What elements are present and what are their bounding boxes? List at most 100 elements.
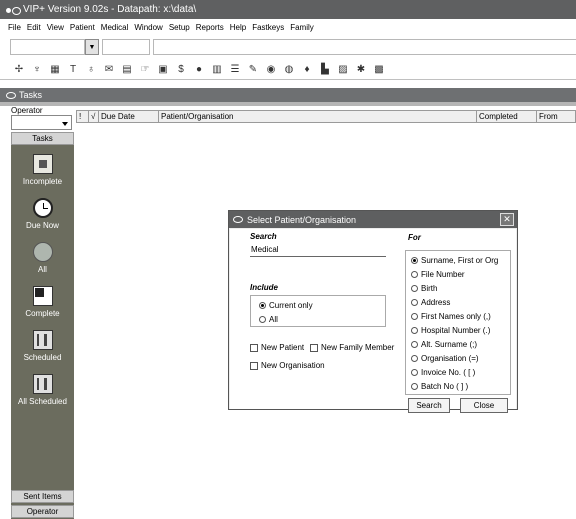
for-option-label: Hospital Number (.)	[421, 326, 491, 335]
disc-icon[interactable]: ◍	[282, 63, 296, 77]
radio-selected-icon	[259, 302, 266, 309]
for-option-label: First Names only (,)	[421, 312, 491, 321]
sidebar-item-scheduled[interactable]: Scheduled	[11, 330, 74, 362]
new-patient-checkbox[interactable]: New Patient	[250, 343, 304, 352]
sent-items-button[interactable]: Sent Items	[11, 490, 74, 503]
sidebar-item-all[interactable]: All	[11, 242, 74, 274]
app-logo-icon	[233, 216, 243, 223]
menu-patient[interactable]: Patient	[70, 23, 95, 32]
sidebar-item-all-scheduled[interactable]: All Scheduled	[11, 374, 74, 406]
radio-icon	[411, 285, 418, 292]
text-icon[interactable]: T	[66, 63, 80, 77]
filter-combo[interactable]	[10, 39, 85, 55]
new-organisation-checkbox[interactable]: New Organisation	[250, 361, 325, 370]
grid-icon[interactable]: ▦	[48, 63, 62, 77]
list-icon[interactable]: ☰	[228, 63, 242, 77]
for-surname[interactable]: Surname, First or Org	[411, 256, 498, 265]
new-organisation-label: New Organisation	[261, 361, 325, 370]
calendar-stack-icon	[32, 374, 53, 394]
globe-icon	[32, 242, 53, 262]
radio-icon	[411, 355, 418, 362]
column-done[interactable]: √	[89, 111, 99, 122]
menu-family[interactable]: Family	[290, 23, 314, 32]
search-input[interactable]	[250, 243, 386, 257]
document-icon[interactable]: ▣	[156, 63, 170, 77]
sidebar-item-label: Due Now	[26, 221, 59, 230]
search-button[interactable]: Search	[408, 398, 450, 413]
filter-field-3[interactable]	[153, 39, 576, 55]
dollar-icon[interactable]: $	[174, 63, 188, 77]
picture-icon[interactable]: ▨	[336, 63, 350, 77]
globe-icon[interactable]: ◉	[264, 63, 278, 77]
include-current-only[interactable]: Current only	[259, 301, 313, 310]
filter-combo-dropdown-button[interactable]: ▼	[85, 39, 99, 55]
column-from[interactable]: From	[537, 111, 575, 122]
new-family-member-checkbox[interactable]: New Family Member	[310, 343, 394, 352]
sidebar-panel: Tasks Incomplete Due Now All Complete Sc…	[11, 132, 74, 519]
for-address[interactable]: Address	[411, 298, 450, 307]
chevron-down-icon: ▼	[88, 43, 96, 51]
window-title: VIP+ Version 9.02s - Datapath: x:\data\	[23, 4, 197, 15]
clock-icon	[32, 198, 53, 218]
for-alt-surname[interactable]: Alt. Surname (;)	[411, 340, 477, 349]
menu-window[interactable]: Window	[134, 23, 162, 32]
menu-medical[interactable]: Medical	[101, 23, 129, 32]
for-first-names[interactable]: First Names only (,)	[411, 312, 491, 321]
stethoscope-icon[interactable]: ♆	[30, 63, 44, 77]
folder-icon[interactable]: ▥	[210, 63, 224, 77]
tools-icon[interactable]: ✱	[354, 63, 368, 77]
for-organisation[interactable]: Organisation (=)	[411, 354, 479, 363]
pointer-icon[interactable]: ☞	[138, 63, 152, 77]
menu-edit[interactable]: Edit	[27, 23, 41, 32]
operator-button[interactable]: Operator	[11, 505, 74, 518]
menu-reports[interactable]: Reports	[196, 23, 224, 32]
bar-chart-icon[interactable]: ▙	[318, 63, 332, 77]
sidebar-item-due-now[interactable]: Due Now	[11, 198, 74, 230]
coin-icon[interactable]: ●	[192, 63, 206, 77]
menu-file[interactable]: File	[8, 23, 21, 32]
column-due-date[interactable]: Due Date	[99, 111, 159, 122]
for-batch-no[interactable]: Batch No ( ] )	[411, 382, 468, 391]
radio-icon	[411, 369, 418, 376]
flask-icon[interactable]: ♁	[84, 63, 98, 77]
tasks-button[interactable]: Tasks	[11, 132, 74, 145]
print-icon[interactable]: ▩	[372, 63, 386, 77]
sidebar-item-incomplete[interactable]: Incomplete	[11, 154, 74, 186]
for-invoice-no[interactable]: Invoice No. ( [ )	[411, 368, 475, 377]
checkbox-icon	[310, 343, 318, 352]
menu-setup[interactable]: Setup	[169, 23, 190, 32]
column-priority[interactable]: !	[77, 111, 89, 122]
for-group: Surname, First or Org File Number Birth …	[405, 250, 511, 395]
operator-select[interactable]	[11, 115, 72, 130]
tasks-subbar	[0, 102, 576, 106]
sidebar-item-label: All	[38, 265, 47, 274]
pill-icon[interactable]: ✢	[12, 63, 26, 77]
radio-icon	[411, 313, 418, 320]
filter-field-2[interactable]	[102, 39, 150, 55]
drop-icon[interactable]: ♦	[300, 63, 314, 77]
sidebar-item-complete[interactable]: Complete	[11, 286, 74, 318]
radio-icon	[411, 299, 418, 306]
close-button[interactable]: Close	[460, 398, 508, 413]
menu-fastkeys[interactable]: Fastkeys	[252, 23, 284, 32]
for-option-label: Batch No ( ] )	[421, 382, 469, 391]
new-patient-label: New Patient	[261, 343, 305, 352]
menu-help[interactable]: Help	[230, 23, 246, 32]
for-hospital-number[interactable]: Hospital Number (.)	[411, 326, 490, 335]
title-bar: VIP+ Version 9.02s - Datapath: x:\data\	[0, 0, 576, 19]
mail-icon[interactable]: ✉	[102, 63, 116, 77]
dialog-close-icon[interactable]: ✕	[500, 213, 514, 226]
dialog-title: Select Patient/Organisation	[247, 214, 357, 225]
include-all[interactable]: All	[259, 315, 278, 324]
radio-selected-icon	[411, 257, 418, 264]
sidebar-item-label: Complete	[25, 309, 60, 318]
syringe-icon[interactable]: ✎	[246, 63, 260, 77]
menu-view[interactable]: View	[47, 23, 64, 32]
chart-icon[interactable]: ▤	[120, 63, 134, 77]
column-completed[interactable]: Completed	[477, 111, 537, 122]
for-birth[interactable]: Birth	[411, 284, 437, 293]
for-file-number[interactable]: File Number	[411, 270, 465, 279]
column-patient-organisation[interactable]: Patient/Organisation	[159, 111, 477, 122]
menu-bar: File Edit View Patient Medical Window Se…	[0, 19, 576, 35]
tasks-window-title-bar: Tasks	[0, 88, 576, 102]
